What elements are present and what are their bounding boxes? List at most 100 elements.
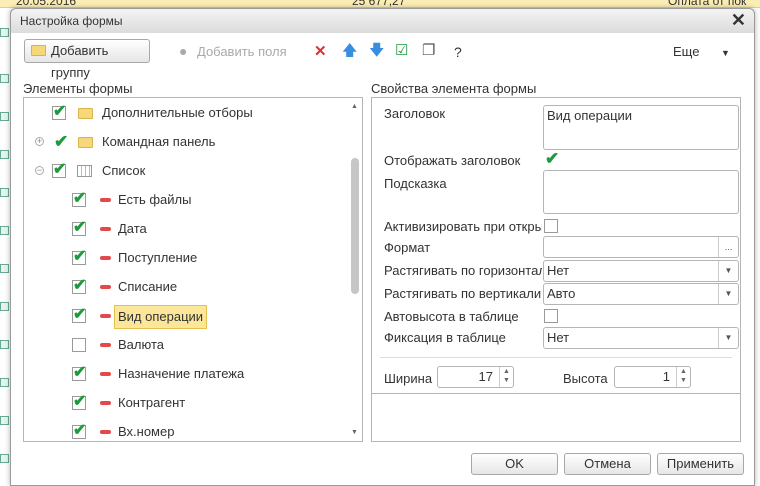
checkbox[interactable]	[72, 338, 86, 352]
tree-item-label: Контрагент	[118, 395, 186, 410]
check-icon: ✔	[73, 422, 87, 439]
add-group-button[interactable]: Добавить группу	[24, 39, 150, 80]
tree-item-label: Поступление	[118, 250, 198, 265]
field-icon	[100, 314, 111, 318]
tree-item-label: Валюта	[118, 337, 164, 352]
tree-item[interactable]: ✔ Вх.номер	[24, 421, 344, 441]
tree-item-label: Список	[102, 163, 146, 178]
add-group-label: Добавить группу	[51, 43, 109, 80]
fix-value: Нет	[547, 330, 570, 345]
table-icon	[77, 165, 92, 177]
fix-select[interactable]: Нет ▼	[543, 327, 739, 349]
bg-amount: 25 677,27	[352, 0, 406, 8]
field-icon	[100, 430, 111, 434]
height-field[interactable]: 1 ▲ ▼	[614, 366, 691, 388]
vstretch-value: Авто	[547, 286, 576, 301]
hstretch-label: Растягивать по горизонтал	[384, 263, 542, 278]
field-icon	[100, 227, 111, 231]
ok-button[interactable]: OK	[471, 453, 558, 475]
vstretch-select[interactable]: Авто ▼	[543, 283, 739, 305]
tree-item-label: Дата	[118, 221, 147, 236]
check-icon: ✔	[73, 248, 87, 265]
width-label: Ширина	[384, 371, 433, 386]
tree-item-label: Вид операции	[114, 305, 208, 329]
expand-icon[interactable]: +	[35, 137, 44, 146]
check-all-icon[interactable]: ☑	[395, 43, 408, 59]
move-up-icon[interactable]: 🡅	[342, 43, 357, 59]
divider	[380, 357, 732, 358]
tree-item[interactable]: − ✔ Список	[24, 160, 344, 182]
close-icon[interactable]: ✕	[731, 10, 746, 31]
check-icon: ✔	[53, 161, 67, 178]
tree-item[interactable]: ✔ Назначение платежа	[24, 363, 344, 385]
show-caption-checkbox[interactable]: ✔	[545, 150, 559, 167]
uncheck-all-icon[interactable]: ❐	[422, 43, 435, 59]
tooltip-field[interactable]	[543, 170, 739, 214]
width-field[interactable]: 17 ▲ ▼	[437, 366, 514, 388]
tree-item-label: Списание	[118, 279, 178, 294]
tree-item[interactable]: ✔ Списание	[24, 276, 344, 298]
scrollbar-thumb[interactable]	[351, 158, 359, 294]
vstretch-label: Растягивать по вертикали	[384, 286, 542, 301]
delete-icon[interactable]: ✕	[314, 44, 327, 60]
hstretch-value: Нет	[547, 263, 570, 278]
check-icon: ✔	[73, 393, 87, 410]
tooltip-label: Подсказка	[384, 176, 447, 191]
chevron-down-icon[interactable]: ▼	[718, 284, 738, 304]
form-elements-title: Элементы формы	[23, 81, 133, 96]
field-icon	[100, 372, 111, 376]
tree-item-label: Вх.номер	[118, 424, 175, 439]
tree-item[interactable]: Валюта	[24, 334, 344, 356]
form-settings-dialog: Настройка формы ✕ Добавить группу ● Доба…	[10, 8, 755, 486]
cancel-button[interactable]: Отмена	[564, 453, 651, 475]
apply-button[interactable]: Применить	[657, 453, 744, 475]
title-bar: Настройка формы ✕	[11, 9, 754, 33]
scroll-down-icon[interactable]: ▼	[351, 429, 358, 436]
field-icon	[100, 198, 111, 202]
show-caption-label: Отображать заголовок	[384, 153, 521, 168]
caption-field[interactable]: Вид операции	[543, 105, 739, 150]
tree-item-label: Назначение платежа	[118, 366, 245, 381]
check-icon: ✔	[73, 364, 87, 381]
tree-item[interactable]: ✔ Есть файлы	[24, 189, 344, 211]
field-icon	[100, 256, 111, 260]
tree-item[interactable]: ✔ Контрагент	[24, 392, 344, 414]
format-select-button[interactable]: ...	[718, 237, 738, 257]
tree-item-label: Дополнительные отборы	[102, 105, 253, 120]
tree-item[interactable]: + ✔ Командная панель	[24, 131, 344, 153]
format-field[interactable]: ...	[543, 236, 739, 258]
element-properties-title: Свойства элемента формы	[371, 81, 537, 96]
height-spinner[interactable]: ▲ ▼	[676, 367, 690, 387]
tree-item[interactable]: ✔ Вид операции	[24, 305, 344, 329]
width-spinner[interactable]: ▲ ▼	[499, 367, 513, 387]
autoheight-checkbox[interactable]	[544, 309, 558, 323]
dialog-title: Настройка формы	[20, 14, 123, 28]
hstretch-select[interactable]: Нет ▼	[543, 260, 739, 282]
collapse-icon[interactable]: −	[35, 166, 44, 175]
chevron-down-icon[interactable]: ▼	[721, 45, 730, 61]
move-down-icon[interactable]: 🡇	[369, 43, 384, 59]
checkbox[interactable]: ✔	[54, 133, 68, 150]
format-label: Формат	[384, 240, 431, 255]
caption-label: Заголовок	[384, 106, 446, 121]
field-icon	[100, 343, 111, 347]
more-button[interactable]: Еще	[673, 44, 699, 60]
add-fields-icon: ●	[179, 43, 188, 59]
height-label: Высота	[563, 371, 608, 386]
divider	[372, 393, 740, 394]
tree-item[interactable]: ✔ Дополнительные отборы	[24, 102, 344, 124]
tree-item[interactable]: ✔ Поступление	[24, 247, 344, 269]
scroll-up-icon[interactable]: ▲	[351, 103, 358, 110]
add-fields-button[interactable]: Добавить поля	[197, 44, 287, 60]
chevron-down-icon[interactable]: ▼	[718, 328, 738, 348]
tree-item[interactable]: ✔ Дата	[24, 218, 344, 240]
check-icon: ✔	[73, 219, 87, 236]
activate-checkbox[interactable]	[544, 219, 558, 233]
tree-scrollbar[interactable]: ▲ ▼	[348, 98, 362, 441]
background-row: 20.05.2016 25 677,27 Оплата от пок	[0, 0, 760, 8]
chevron-down-icon[interactable]: ▼	[718, 261, 738, 281]
tree-item-label: Командная панель	[102, 134, 216, 149]
width-value: 17	[478, 369, 493, 384]
bg-description: Оплата от пок	[668, 0, 747, 8]
help-button[interactable]: ?	[454, 44, 462, 60]
